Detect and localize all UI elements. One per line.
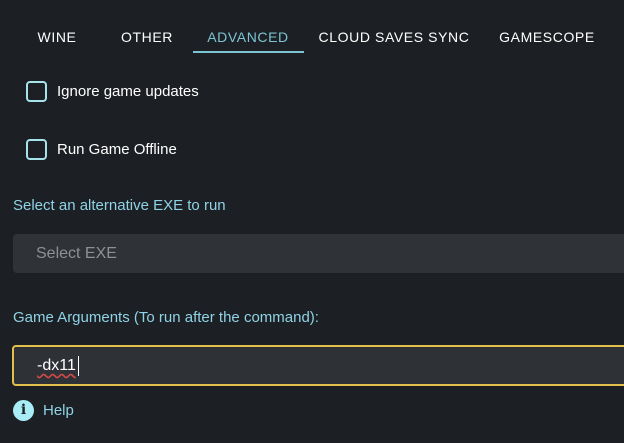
game-arguments-label: Game Arguments (To run after the command… <box>13 309 319 326</box>
run-game-offline-checkbox[interactable] <box>26 138 47 160</box>
active-tab-indicator <box>193 51 304 53</box>
game-arguments-input[interactable]: -dx11 <box>12 345 624 386</box>
tab-other[interactable]: OTHER <box>116 28 178 46</box>
tab-gamescope[interactable]: GAMESCOPE <box>494 28 600 46</box>
ignore-game-updates-toggle[interactable]: Ignore game updates <box>26 78 199 104</box>
alternative-exe-label: Select an alternative EXE to run <box>13 197 226 214</box>
ignore-game-updates-label: Ignore game updates <box>57 82 199 100</box>
settings-tab-bar: WINE OTHER ADVANCED CLOUD SAVES SYNC GAM… <box>0 0 624 56</box>
info-icon: i <box>13 399 34 421</box>
tab-cloud-saves-sync[interactable]: CLOUD SAVES SYNC <box>316 28 472 46</box>
run-game-offline-toggle[interactable]: Run Game Offline <box>26 136 177 162</box>
help-link[interactable]: i Help <box>13 399 74 421</box>
select-exe-placeholder: Select EXE <box>36 245 117 262</box>
help-label: Help <box>43 401 74 419</box>
run-game-offline-label: Run Game Offline <box>57 140 177 158</box>
game-arguments-value: -dx11 <box>37 357 76 374</box>
text-caret <box>78 356 79 376</box>
tab-wine[interactable]: WINE <box>32 28 82 46</box>
ignore-game-updates-checkbox[interactable] <box>26 80 47 102</box>
tab-advanced[interactable]: ADVANCED <box>200 28 296 46</box>
select-exe-dropdown[interactable]: Select EXE <box>13 234 624 273</box>
